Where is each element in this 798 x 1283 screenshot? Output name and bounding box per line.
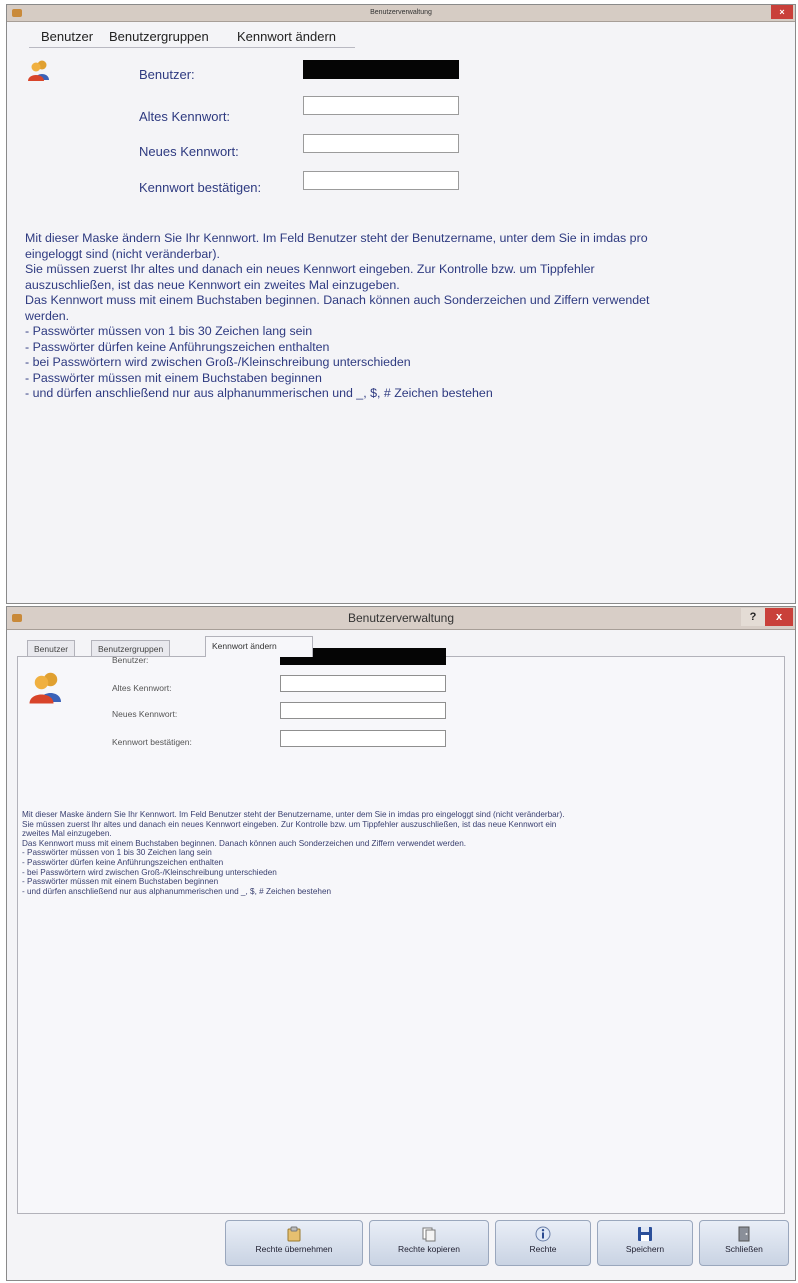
- confirm-password-field[interactable]: [280, 730, 446, 747]
- user-field: [303, 60, 459, 79]
- help-text: Mit dieser Maske ändern Sie Ihr Kennwort…: [22, 810, 792, 896]
- close-label: Schließen: [725, 1244, 763, 1254]
- help-button[interactable]: ?: [741, 608, 765, 626]
- save-label: Speichern: [625, 1244, 665, 1254]
- help-line: Mit dieser Maske ändern Sie Ihr Kennwort…: [25, 231, 648, 245]
- old-password-field[interactable]: [303, 96, 459, 115]
- help-line: - und dürfen anschließend nur aus alphan…: [25, 386, 493, 400]
- new-password-field[interactable]: [303, 134, 459, 153]
- rights-label: Rechte: [529, 1244, 557, 1254]
- save-button[interactable]: Speichern: [597, 1220, 693, 1266]
- help-line: zweites Mal einzugeben.: [22, 829, 112, 839]
- help-line: - bei Passwörtern wird zwischen Groß-/Kl…: [25, 355, 411, 369]
- title-bar: Benutzerverwaltung ×: [7, 5, 795, 22]
- old-password-field[interactable]: [280, 675, 446, 692]
- confirm-password-field[interactable]: [303, 171, 459, 190]
- tab-benutzergruppen[interactable]: Benutzergruppen: [109, 27, 209, 47]
- copy-rights-button[interactable]: Rechte kopieren: [369, 1220, 489, 1266]
- new-password-label: Neues Kennwort:: [139, 144, 239, 159]
- password-window-zoomed: Benutzerverwaltung × Benutzer Benutzergr…: [6, 4, 796, 604]
- close-dialog-button[interactable]: Schließen: [699, 1220, 789, 1266]
- help-line: - Passwörter müssen von 1 bis 30 Zeichen…: [25, 324, 313, 338]
- help-line: Sie müssen zuerst Ihr altes und danach e…: [25, 262, 595, 276]
- door-icon: [738, 1226, 750, 1242]
- close-button[interactable]: x: [765, 608, 793, 626]
- tab-benutzergruppen[interactable]: Benutzergruppen: [91, 640, 171, 656]
- old-password-label: Altes Kennwort:: [112, 683, 172, 693]
- save-icon: [638, 1227, 652, 1241]
- tab-bar: Benutzer Benutzergruppen Kennwort ändern: [29, 27, 355, 48]
- title-bar: Benutzerverwaltung ? x: [7, 607, 795, 630]
- user-label: Benutzer:: [112, 655, 149, 665]
- tab-benutzer[interactable]: Benutzer: [41, 27, 93, 47]
- new-password-field[interactable]: [280, 702, 446, 719]
- help-line: - Passwörter müssen mit einem Buchstaben…: [22, 877, 219, 887]
- tab-benutzer[interactable]: Benutzer: [27, 640, 76, 656]
- new-password-label: Neues Kennwort:: [112, 709, 178, 719]
- password-window: Benutzerverwaltung ? x Benutzer Benutzer…: [6, 606, 796, 1281]
- help-text: Mit dieser Maske ändern Sie Ihr Kennwort…: [25, 231, 777, 402]
- tab-panel: Benutzer: Altes Kennwort: Neues Kennwort…: [17, 648, 785, 1214]
- confirm-password-label: Kennwort bestätigen:: [112, 737, 192, 747]
- window-title: Benutzerverwaltung: [370, 9, 432, 16]
- old-password-label: Altes Kennwort:: [139, 109, 231, 124]
- help-line: - bei Passwörtern wird zwischen Groß-/Kl…: [22, 867, 277, 877]
- apply-rights-button[interactable]: Rechte übernehmen: [225, 1220, 363, 1266]
- copy-rights-label: Rechte kopieren: [398, 1244, 460, 1254]
- help-line: - Passwörter müssen mit einem Buchstaben…: [25, 370, 322, 385]
- close-button[interactable]: ×: [771, 5, 793, 19]
- info-icon: [535, 1226, 551, 1242]
- help-line: - Passwörter dürfen keine Anführungszeic…: [22, 857, 224, 867]
- help-line: Das Kennwort muss mit einem Buchstaben b…: [22, 838, 467, 848]
- user-label: Benutzer:: [139, 67, 195, 82]
- confirm-password-label: Kennwort bestätigen:: [139, 180, 262, 195]
- users-icon: [27, 58, 51, 87]
- help-line: Mit dieser Maske ändern Sie Ihr Kennwort…: [22, 810, 565, 819]
- help-line: Sie müssen zuerst Ihr altes und danach e…: [22, 819, 557, 829]
- clipboard-icon: [287, 1226, 301, 1242]
- help-line: - und dürfen anschließend nur aus alphan…: [22, 886, 332, 896]
- apply-rights-label: Rechte übernehmen: [255, 1244, 333, 1254]
- help-line: Das Kennwort muss mit einem Buchstaben b…: [25, 293, 650, 307]
- help-line: eingeloggt sind (nicht veränderbar).: [25, 246, 220, 261]
- tab-kennwort-aendern[interactable]: Kennwort ändern: [205, 636, 313, 657]
- copy-icon: [422, 1227, 436, 1242]
- users-icon: [28, 669, 64, 710]
- tab-kennwort-aendern[interactable]: Kennwort ändern: [237, 27, 336, 47]
- window-title: Benutzerverwaltung: [347, 611, 455, 625]
- button-row: Rechte übernehmen Rechte kopieren Rechte: [7, 1220, 795, 1276]
- help-line: - Passwörter dürfen keine Anführungszeic…: [25, 339, 330, 354]
- help-line: auszuschließen, ist das neue Kennwort ei…: [25, 277, 400, 292]
- help-line: werden.: [25, 308, 70, 323]
- help-line: - Passwörter müssen von 1 bis 30 Zeichen…: [22, 848, 212, 858]
- rights-button[interactable]: Rechte: [495, 1220, 591, 1266]
